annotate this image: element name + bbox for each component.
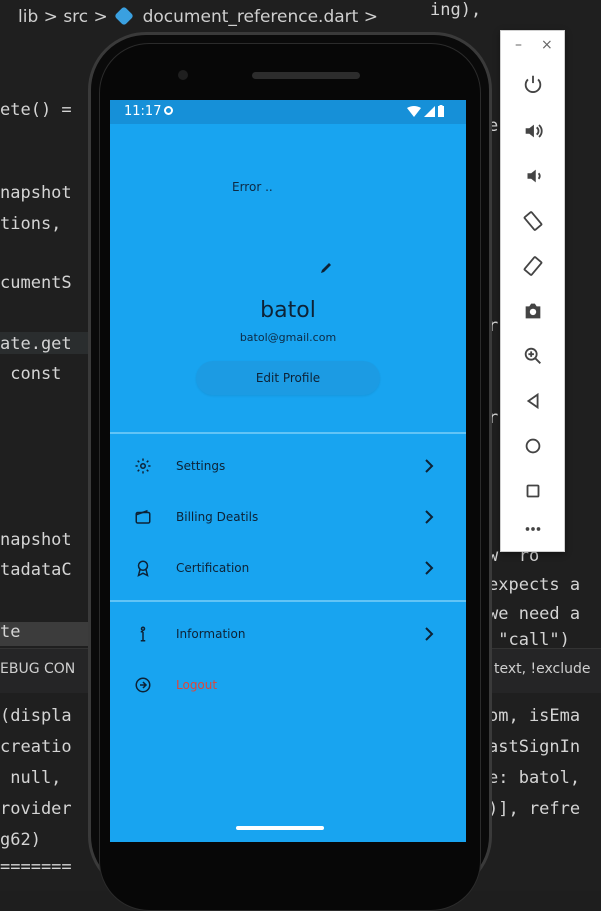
phone-screen: 11:17 Error .. batol batol@gmail.com Edi… — [110, 100, 466, 842]
code-line: we need a — [488, 604, 581, 624]
debug-console-tab[interactable]: EBUG CON — [0, 661, 75, 677]
rotate-right-icon — [523, 256, 543, 276]
power-button[interactable] — [518, 69, 548, 99]
volume-up-button[interactable] — [518, 116, 548, 146]
signal-icon — [424, 106, 435, 117]
code-line: ing), — [430, 0, 482, 20]
status-bar: 11:17 — [110, 100, 466, 124]
menu-item-settings[interactable]: Settings — [110, 445, 466, 489]
code-line: om, isEma — [488, 706, 581, 726]
code-line: napshot — [0, 183, 72, 203]
battery-icon — [438, 105, 444, 117]
code-line: cumentS — [0, 273, 72, 293]
overview-icon — [526, 484, 540, 498]
emulator-window-controls: – × — [501, 37, 564, 57]
gesture-nav-bar[interactable] — [236, 826, 324, 830]
home-icon — [525, 438, 541, 454]
volume-up-icon — [525, 124, 543, 138]
logout-icon — [135, 677, 151, 693]
error-message: Error .. — [232, 180, 273, 194]
code-line: g62) — [0, 830, 41, 850]
breadcrumb-separator: > — [363, 7, 378, 27]
front-camera — [178, 70, 188, 80]
code-line: ======= — [0, 857, 72, 877]
breadcrumb-file[interactable]: document_reference.dart — [143, 7, 359, 27]
overview-button[interactable] — [518, 476, 548, 506]
earpiece-speaker — [252, 72, 360, 79]
volume-down-button[interactable] — [518, 161, 548, 191]
profile-email: batol@gmail.com — [239, 331, 337, 344]
menu-item-billing[interactable]: Billing Deatils — [110, 496, 466, 540]
minimize-button[interactable]: – — [515, 37, 522, 53]
code-line: (displa — [0, 706, 72, 726]
section-divider — [110, 600, 466, 602]
back-icon — [526, 392, 539, 410]
code-line: ete() = — [0, 100, 72, 120]
menu-item-label: Billing Deatils — [176, 510, 259, 524]
power-icon — [524, 75, 542, 93]
code-line: )], refre — [488, 799, 581, 819]
more-icon — [525, 527, 541, 531]
console-filter-input[interactable]: text, !exclude — [494, 661, 591, 677]
gear-icon — [135, 458, 151, 474]
menu-item-logout[interactable]: Logout — [110, 664, 466, 708]
zoom-button[interactable] — [518, 341, 548, 371]
menu-item-label: Logout — [176, 678, 218, 692]
wallet-icon — [135, 509, 151, 524]
breadcrumb-src[interactable]: src — [63, 7, 88, 27]
code-line: expects a — [488, 575, 581, 595]
close-button[interactable]: × — [541, 37, 553, 53]
code-line: tadataC — [0, 560, 72, 580]
code-line: te — [0, 622, 21, 642]
edit-profile-button[interactable]: Edit Profile — [196, 361, 380, 395]
section-divider — [110, 432, 466, 434]
info-icon — [140, 626, 146, 642]
menu-item-label: Settings — [176, 459, 226, 473]
breadcrumb-separator: > — [43, 7, 58, 27]
chevron-right-icon — [425, 561, 434, 575]
menu-item-information[interactable]: Information — [110, 613, 466, 657]
code-line: napshot — [0, 530, 72, 550]
emulator-toolbar: – × — [500, 30, 565, 552]
menu-item-certification[interactable]: Certification — [110, 547, 466, 591]
code-line: e: batol, — [488, 768, 581, 788]
edit-avatar-icon[interactable] — [318, 260, 334, 276]
code-line: tions, — [0, 214, 62, 234]
chevron-right-icon — [425, 510, 434, 524]
status-icons — [407, 105, 444, 117]
code-line: rovider — [0, 799, 72, 819]
chevron-right-icon — [425, 459, 434, 473]
code-line: null, — [0, 768, 62, 788]
menu-item-label: Certification — [176, 561, 250, 575]
chevron-right-icon — [425, 627, 434, 641]
more-button[interactable] — [518, 521, 548, 537]
screenshot-button[interactable] — [518, 296, 548, 326]
code-line: creatio — [0, 737, 72, 757]
home-button[interactable] — [518, 431, 548, 461]
rotate-right-button[interactable] — [518, 251, 548, 281]
code-line: "call") — [488, 630, 570, 650]
rotate-left-button[interactable] — [518, 206, 548, 236]
volume-down-icon — [527, 169, 541, 183]
status-time: 11:17 — [124, 104, 162, 119]
breadcrumb-lib[interactable]: lib — [18, 7, 38, 27]
code-line: ate.get — [0, 334, 72, 354]
award-icon — [137, 560, 149, 577]
menu-item-label: Information — [176, 627, 246, 641]
breadcrumb: lib > src > document_reference.dart > — [0, 0, 438, 34]
rotate-left-icon — [523, 211, 543, 231]
code-line: astSignIn — [488, 737, 581, 757]
dart-file-icon — [114, 6, 135, 26]
zoom-icon — [524, 347, 541, 364]
code-line: const — [0, 364, 62, 384]
breadcrumb-separator: > — [93, 7, 108, 27]
back-button[interactable] — [518, 386, 548, 416]
camera-icon — [525, 303, 541, 319]
dnd-icon — [164, 106, 173, 115]
profile-name: batol — [260, 298, 316, 323]
wifi-icon — [407, 106, 421, 117]
